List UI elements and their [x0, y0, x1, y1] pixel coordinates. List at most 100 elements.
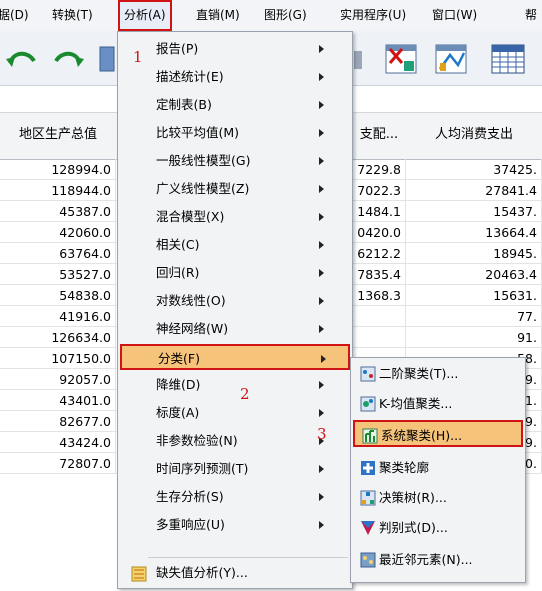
table-cell-consumption[interactable]: 77.: [406, 306, 542, 327]
analyze-menu-item[interactable]: 一般线性模型(G): [120, 148, 350, 174]
chart-builder-icon[interactable]: [432, 39, 472, 79]
analyze-menu-item[interactable]: 混合模型(X): [120, 204, 350, 230]
analyze-menu-item[interactable]: 非参数检验(N): [120, 428, 350, 454]
column-header-consumption[interactable]: 人均消费支出: [406, 113, 542, 160]
menu-direct-marketing[interactable]: 直销(M): [196, 0, 240, 30]
menu-utilities[interactable]: 实用程序(U): [340, 0, 406, 30]
table-cell-consumption[interactable]: 37425.: [406, 159, 542, 180]
toolbar-fragment-icon: [354, 39, 364, 79]
analyze-menu-item[interactable]: 分类(F): [120, 344, 350, 370]
twostep-cluster-icon: [360, 365, 376, 382]
column-header-gdp[interactable]: 地区生产总值: [0, 113, 117, 160]
table-cell-disposable[interactable]: 7229.8: [352, 159, 406, 180]
analyze-menu-item[interactable]: 对数线性(O): [120, 288, 350, 314]
undo-icon[interactable]: [2, 39, 42, 79]
table-cell-disposable[interactable]: 7022.3: [352, 180, 406, 201]
submenu-arrow-icon: [319, 409, 324, 417]
analyze-menu-item[interactable]: 广义线性模型(Z): [120, 176, 350, 202]
table-cell-consumption[interactable]: 27841.4: [406, 180, 542, 201]
table-cell-consumption[interactable]: 18945.: [406, 243, 542, 264]
table-cell-gdp[interactable]: 92057.0: [0, 369, 116, 390]
table-cell-gdp[interactable]: 128994.0: [0, 159, 116, 180]
classify-menu-item[interactable]: 决策树(R)...: [353, 484, 523, 511]
classify-menu-item[interactable]: 最近邻元素(N)...: [353, 546, 523, 573]
classify-menu-item[interactable]: K-均值聚类...: [353, 390, 523, 417]
table-cell-consumption[interactable]: 91.: [406, 327, 542, 348]
classify-menu-item[interactable]: 判别式(D)...: [353, 514, 523, 541]
classify-menu-item-label: 系统聚类(H)...: [381, 428, 463, 443]
analyze-menu-item[interactable]: 时间序列预测(T): [120, 456, 350, 482]
table-cell-gdp[interactable]: 43424.0: [0, 432, 116, 453]
table-cell-gdp[interactable]: 107150.0: [0, 348, 116, 369]
table-cell-gdp[interactable]: 43401.0: [0, 390, 116, 411]
menu-analyze[interactable]: 分析(A): [118, 0, 172, 31]
analyze-menu-item[interactable]: 相关(C): [120, 232, 350, 258]
table-cell-consumption[interactable]: 20463.4: [406, 264, 542, 285]
analyze-menu-item[interactable]: 生存分析(S): [120, 484, 350, 510]
table-cell-disposable[interactable]: 1484.1: [352, 201, 406, 222]
menu-data[interactable]: 据(D): [0, 0, 29, 30]
analyze-menu-item[interactable]: 定制表(B): [120, 92, 350, 118]
redo-icon[interactable]: [48, 39, 88, 79]
analyze-menu-item-label: 对数线性(O): [156, 293, 226, 308]
discriminant-icon: [360, 519, 376, 535]
data-grid-icon[interactable]: [488, 39, 528, 79]
table-cell-consumption[interactable]: 13664.4: [406, 222, 542, 243]
analyze-menu-item-label: 报告(P): [156, 41, 199, 56]
table-cell-gdp[interactable]: 53527.0: [0, 264, 116, 285]
table-cell-gdp[interactable]: 63764.0: [0, 243, 116, 264]
analyze-menu-item[interactable]: 降维(D): [120, 372, 350, 398]
menu-separator: [148, 557, 348, 558]
table-cell-disposable[interactable]: 0420.0: [352, 222, 406, 243]
analyze-menu-item-label: 广义线性模型(Z): [156, 181, 250, 196]
analyze-menu-item-label: 定制表(B): [156, 97, 212, 112]
table-cell-gdp[interactable]: 82677.0: [0, 411, 116, 432]
classify-menu-item[interactable]: 二阶聚类(T)...: [353, 360, 523, 387]
analyze-menu-item[interactable]: 缺失值分析(Y)...: [120, 560, 350, 586]
submenu-arrow-icon: [319, 157, 324, 165]
table-cell-gdp[interactable]: 41916.0: [0, 306, 116, 327]
table-cell-gdp[interactable]: 72807.0: [0, 453, 116, 474]
table-cell-gdp[interactable]: 42060.0: [0, 222, 116, 243]
table-cell-consumption[interactable]: 15437.: [406, 201, 542, 222]
submenu-arrow-icon: [319, 381, 324, 389]
goto-case-icon[interactable]: [96, 39, 116, 79]
submenu-arrow-icon: [319, 73, 324, 81]
table-cell-disposable[interactable]: [352, 306, 406, 327]
table-cell-gdp[interactable]: 126634.0: [0, 327, 116, 348]
submenu-arrow-icon: [319, 521, 324, 529]
table-cell-disposable[interactable]: [352, 327, 406, 348]
table-cell-consumption[interactable]: 15631.: [406, 285, 542, 306]
classify-menu-item[interactable]: 聚类轮廓: [353, 454, 523, 481]
analyze-menu-item-label: 标度(A): [156, 405, 200, 420]
menu-graphs[interactable]: 图形(G): [264, 0, 307, 30]
analyze-menu-item[interactable]: 报告(P): [120, 36, 350, 62]
table-cell-gdp[interactable]: 118944.0: [0, 180, 116, 201]
analyze-menu-item[interactable]: 神经网络(W): [120, 316, 350, 342]
analyze-menu-item-label: 非参数检验(N): [156, 433, 238, 448]
table-cell-disposable[interactable]: 6212.2: [352, 243, 406, 264]
menu-transform[interactable]: 转换(T): [52, 0, 93, 30]
classify-menu-item[interactable]: 系统聚类(H)...: [353, 420, 523, 447]
missing-value-icon: [131, 565, 147, 582]
analyze-menu-item[interactable]: 标度(A): [120, 400, 350, 426]
analyze-menu-item-label: 分类(F): [158, 351, 200, 366]
table-cell-disposable[interactable]: 7835.4: [352, 264, 406, 285]
annotation-3: 3: [317, 425, 327, 443]
table-cell-gdp[interactable]: 45387.0: [0, 201, 116, 222]
analyze-menu-item[interactable]: 描述统计(E): [120, 64, 350, 90]
cluster-profile-icon: [360, 459, 376, 475]
analyze-menu-item[interactable]: 回归(R): [120, 260, 350, 286]
table-cell-gdp[interactable]: 54838.0: [0, 285, 116, 306]
table-cell-disposable[interactable]: 1368.3: [352, 285, 406, 306]
classify-menu-item-label: 二阶聚类(T)...: [379, 366, 459, 381]
analyze-menu-item[interactable]: 多重响应(U): [120, 512, 350, 538]
analyze-menu-item-label: 生存分析(S): [156, 489, 224, 504]
analyze-menu-item[interactable]: 比较平均值(M): [120, 120, 350, 146]
menu-window[interactable]: 窗口(W): [432, 0, 477, 30]
insert-variable-icon[interactable]: [382, 39, 422, 79]
kmeans-cluster-icon: [360, 395, 376, 412]
column-header-disposable[interactable]: 支配...: [352, 113, 407, 160]
menu-help[interactable]: 帮: [525, 0, 537, 30]
analyze-menu-item-label: 一般线性模型(G): [156, 153, 251, 168]
